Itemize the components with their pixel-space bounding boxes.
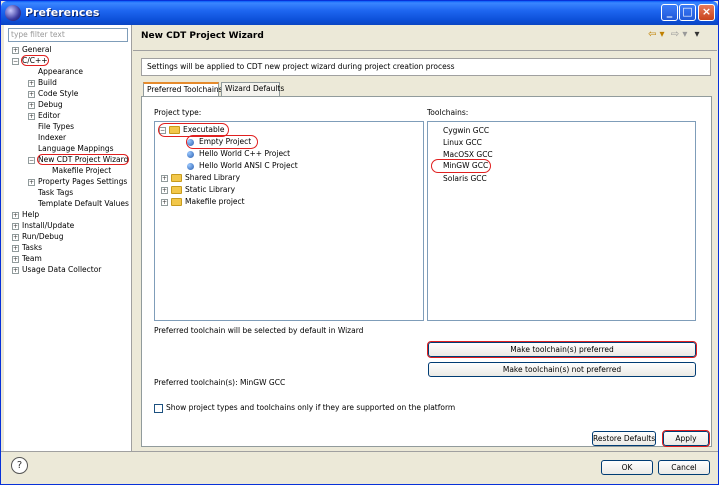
preference-tree-panel: type filter text + General − C/C++ Appeara… <box>4 25 132 451</box>
toolchain-solaris-gcc[interactable]: Solaris GCC <box>443 173 487 185</box>
view-menu-icon[interactable]: ▾ <box>695 29 700 40</box>
page-title: New CDT Project Wizard <box>141 31 264 41</box>
expand-icon[interactable]: + <box>12 266 19 274</box>
preferred-toolchains-value: Preferred toolchain(s): MinGW GCC <box>154 378 286 387</box>
tree-item-help[interactable]: + Help <box>12 209 39 220</box>
tree-item-editor[interactable]: + Editor <box>28 110 60 121</box>
forward-arrow-icon[interactable]: ⇨ ▾ <box>671 29 688 40</box>
tab-wizard-defaults[interactable]: Wizard Defaults <box>221 82 284 96</box>
preference-page: New CDT Project Wizard ⇦ ▾ ⇨ ▾ ▾ Setting… <box>133 25 717 451</box>
toolchains-list[interactable]: Cygwin GCC Linux GCC MacOSX GCC MinGW GC… <box>427 121 696 321</box>
description-text: Settings will be applied to CDT new proj… <box>141 58 711 76</box>
make-not-preferred-button[interactable]: Make toolchain(s) not preferred <box>428 362 696 377</box>
restore-defaults-button[interactable]: Restore Defaults <box>592 431 656 446</box>
project-icon <box>187 150 194 158</box>
expand-icon[interactable]: + <box>12 222 19 230</box>
tree-item-debug[interactable]: + Debug <box>28 99 63 110</box>
toolchains-label: Toolchains: <box>427 108 469 117</box>
folder-icon <box>171 186 182 194</box>
expand-icon[interactable]: + <box>12 233 19 241</box>
project-type-executable[interactable]: − Executable <box>157 123 230 137</box>
expand-icon[interactable]: + <box>28 101 35 109</box>
help-icon[interactable]: ? <box>11 457 28 474</box>
expand-icon[interactable]: + <box>161 186 168 194</box>
footer-divider <box>1 451 718 452</box>
tree-item-appearance[interactable]: Appearance <box>38 66 83 77</box>
tab-content: Project type: Toolchains: − Executable Em… <box>141 96 712 447</box>
project-type-label: Project type: <box>154 108 202 117</box>
folder-icon <box>171 198 182 206</box>
tree-item-language-mappings[interactable]: Language Mappings <box>38 143 114 154</box>
back-arrow-icon[interactable]: ⇦ ▾ <box>648 29 665 40</box>
tree-item-c-cpp[interactable]: − C/C++ <box>12 55 49 66</box>
filter-input[interactable]: type filter text <box>8 28 128 42</box>
tree-item-tasks[interactable]: + Tasks <box>12 242 42 253</box>
tree-item-usage-data-collector[interactable]: + Usage Data Collector <box>12 264 101 275</box>
tree-item-task-tags[interactable]: Task Tags <box>38 187 73 198</box>
toolchain-cygwin-gcc[interactable]: Cygwin GCC <box>443 125 489 137</box>
minimize-button[interactable]: _ <box>661 4 678 21</box>
window-title: Preferences <box>25 6 100 19</box>
expand-icon[interactable]: + <box>28 112 35 120</box>
tree-item-build[interactable]: + Build <box>28 77 57 88</box>
folder-icon <box>169 126 180 134</box>
project-icon <box>187 162 194 170</box>
cancel-button[interactable]: Cancel <box>658 460 710 475</box>
maximize-button[interactable]: □ <box>679 4 696 21</box>
expand-icon[interactable]: + <box>28 178 35 186</box>
ok-button[interactable]: OK <box>601 460 653 475</box>
project-type-shared-library[interactable]: + Shared Library <box>161 172 240 184</box>
tree-item-general[interactable]: + General <box>12 44 52 55</box>
tree-item-template-default-values[interactable]: Template Default Values <box>38 198 129 209</box>
project-type-tree[interactable]: − Executable Empty Project Hello World C+… <box>154 121 424 321</box>
tree-item-indexer[interactable]: Indexer <box>38 132 66 143</box>
eclipse-icon <box>5 5 21 21</box>
tree-item-code-style[interactable]: + Code Style <box>28 88 78 99</box>
collapse-icon[interactable]: − <box>159 126 166 134</box>
preferred-toolchain-note: Preferred toolchain will be selected by … <box>154 326 364 335</box>
preferences-window: Preferences _ □ × type filter text + Gene… <box>0 0 719 485</box>
tree-item-new-cdt-project-wizard[interactable]: − New CDT Project Wizard <box>28 154 130 165</box>
tree-item-file-types[interactable]: File Types <box>38 121 74 132</box>
supported-only-checkbox[interactable] <box>154 403 163 413</box>
toolchain-mingw-gcc[interactable]: MinGW GCC <box>430 159 492 173</box>
expand-icon[interactable]: + <box>161 174 168 182</box>
toolchain-linux-gcc[interactable]: Linux GCC <box>443 137 482 149</box>
tree-item-team[interactable]: + Team <box>12 253 42 264</box>
apply-button[interactable]: Apply <box>662 430 710 447</box>
make-preferred-button[interactable]: Make toolchain(s) preferred <box>427 341 697 358</box>
tree-item-makefile-project[interactable]: Makefile Project <box>52 165 111 176</box>
expand-icon[interactable]: + <box>12 211 19 219</box>
page-navigation: ⇦ ▾ ⇨ ▾ ▾ <box>648 29 700 40</box>
project-type-empty-project[interactable]: Empty Project <box>185 135 259 149</box>
expand-icon[interactable]: + <box>28 79 35 87</box>
expand-icon[interactable]: + <box>12 46 19 54</box>
project-type-hello-world-cpp[interactable]: Hello World C++ Project <box>187 148 290 160</box>
expand-icon[interactable]: + <box>161 198 168 206</box>
expand-icon[interactable]: + <box>12 255 19 263</box>
expand-icon[interactable]: + <box>12 244 19 252</box>
tree-item-run-debug[interactable]: + Run/Debug <box>12 231 64 242</box>
project-type-makefile-project[interactable]: + Makefile project <box>161 196 245 208</box>
project-type-static-library[interactable]: + Static Library <box>161 184 235 196</box>
collapse-icon[interactable]: − <box>12 57 19 65</box>
tab-preferred-toolchains[interactable]: Preferred Toolchains <box>143 82 223 97</box>
project-icon <box>187 138 194 146</box>
header-divider <box>133 50 717 51</box>
title-bar[interactable]: Preferences _ □ × <box>1 1 718 25</box>
supported-only-option[interactable]: Show project types and toolchains only i… <box>154 403 455 413</box>
expand-icon[interactable]: + <box>28 90 35 98</box>
collapse-icon[interactable]: − <box>28 156 35 164</box>
tree-item-property-pages-settings[interactable]: + Property Pages Settings <box>28 176 127 187</box>
project-type-hello-world-ansi-c[interactable]: Hello World ANSI C Project <box>187 160 298 172</box>
close-button[interactable]: × <box>698 4 715 21</box>
folder-icon <box>171 174 182 182</box>
tree-item-install-update[interactable]: + Install/Update <box>12 220 74 231</box>
